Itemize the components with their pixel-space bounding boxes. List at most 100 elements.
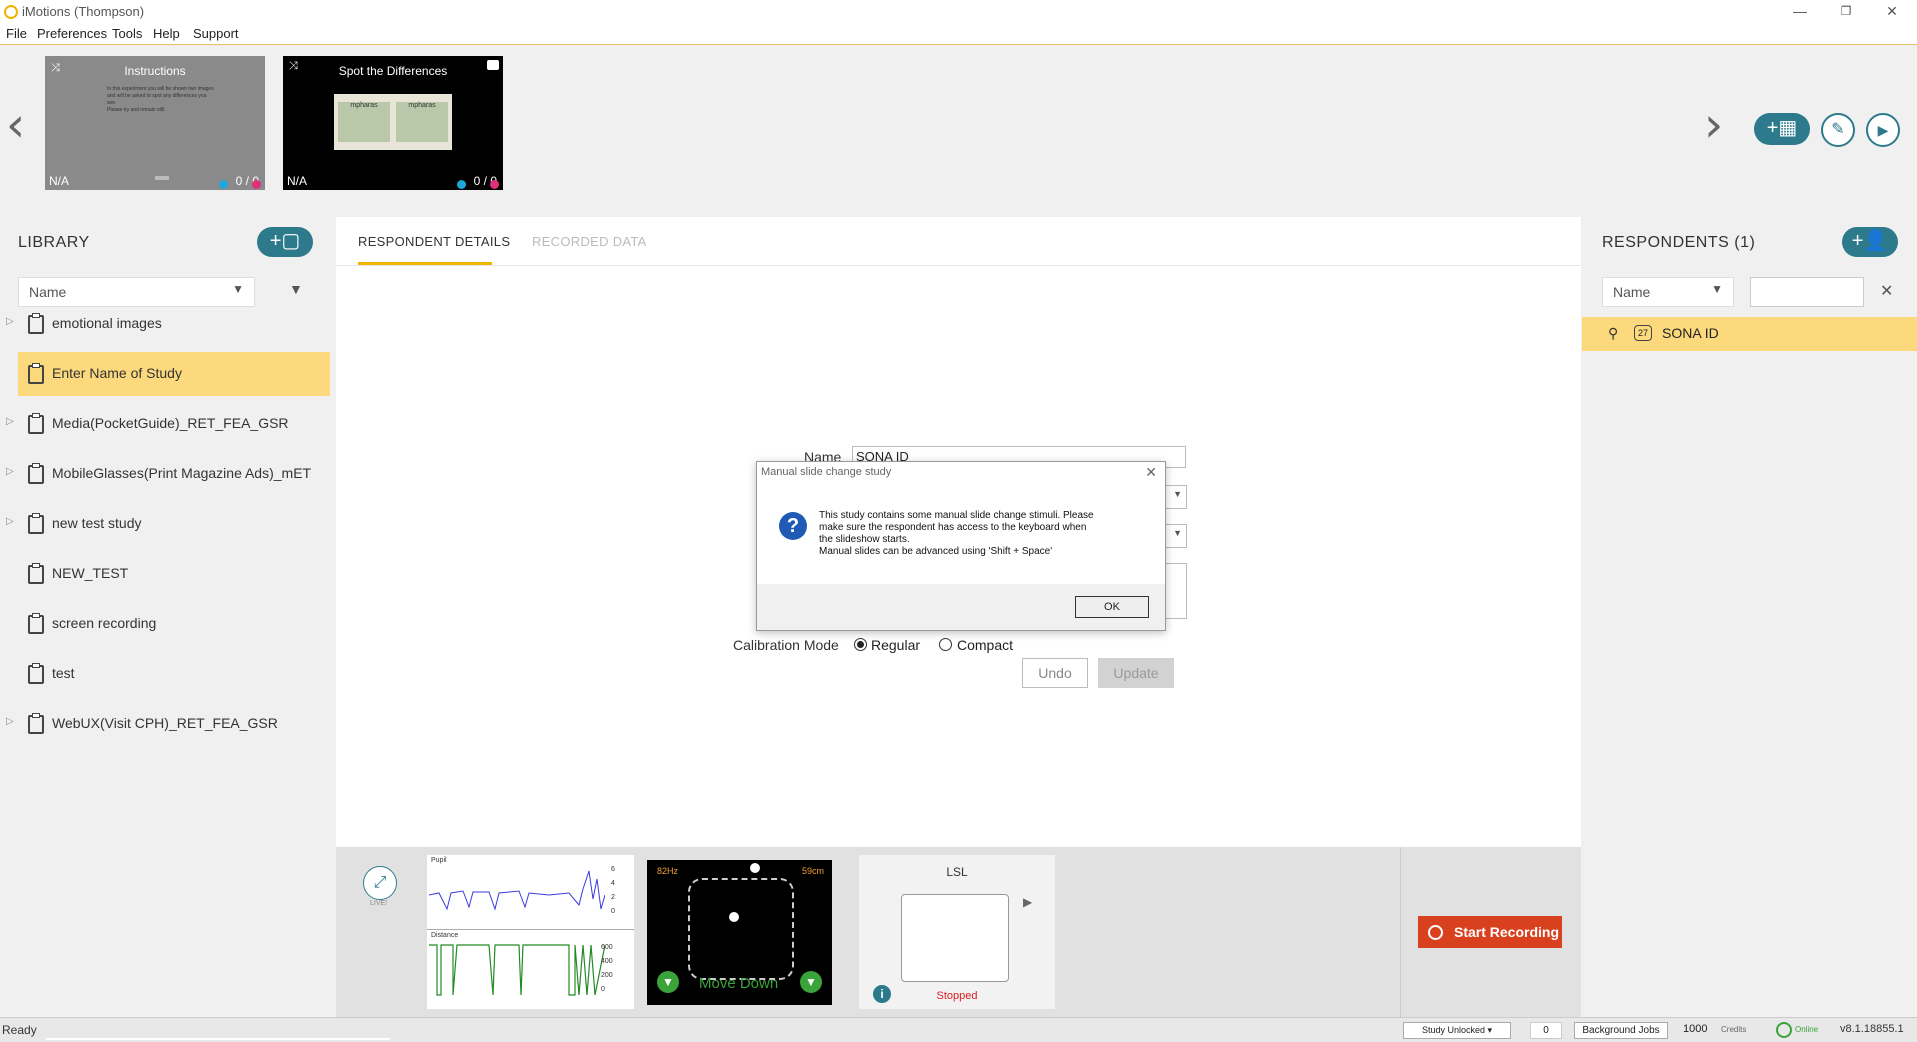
expand-arrow-icon[interactable]: ▷: [6, 416, 14, 427]
image-left: mpharas: [338, 102, 390, 142]
edit-study-button[interactable]: ✎: [1821, 113, 1855, 147]
start-recording-label: Start Recording: [1454, 924, 1560, 940]
head-box-frame: [688, 878, 794, 980]
expand-arrow-icon[interactable]: ▷: [6, 716, 14, 727]
expand-arrow-icon[interactable]: ▷: [6, 316, 14, 327]
menu-bar: File Preferences Tools Help Support: [0, 24, 1917, 45]
start-recording-button[interactable]: Start Recording: [1418, 916, 1562, 948]
calibration-mode-label: Calibration Mode: [733, 637, 839, 653]
progress-bar: [46, 1038, 390, 1040]
add-respondent-button[interactable]: +👤: [1842, 227, 1898, 257]
clipboard-icon: [28, 313, 44, 334]
version-label: v8.1.18855.1: [1840, 1023, 1904, 1035]
library-title: LIBRARY: [18, 234, 90, 251]
library-item[interactable]: test: [18, 652, 330, 696]
question-icon: ?: [779, 512, 807, 540]
lsl-widget: LSL ▶ i Stopped: [859, 855, 1055, 1009]
distance-tick: 200: [601, 972, 613, 979]
background-jobs-button[interactable]: Background Jobs: [1574, 1022, 1668, 1039]
dialog-message: This study contains some manual slide ch…: [819, 510, 1149, 558]
stimulus-button-preview: [155, 176, 169, 180]
credits-count: 1000: [1683, 1023, 1708, 1035]
expand-live-button[interactable]: ⤢: [363, 866, 397, 900]
close-button[interactable]: ✕: [1869, 0, 1915, 24]
move-down-instruction: Move Down: [699, 975, 779, 992]
clipboard-icon: [28, 513, 44, 534]
library-item-label: Media(PocketGuide)_RET_FEA_GSR: [52, 415, 289, 431]
library-filter-chevron-icon[interactable]: ▼: [289, 281, 303, 297]
dialog-title: Manual slide change study: [761, 466, 892, 478]
lsl-status: Stopped: [936, 990, 978, 1002]
menu-help[interactable]: Help: [153, 26, 180, 41]
previous-stimulus-arrow-icon[interactable]: ‹: [6, 97, 25, 153]
library-item[interactable]: new test study: [18, 502, 330, 546]
clipboard-icon: [28, 363, 44, 384]
add-stimulus-button[interactable]: +▦: [1754, 113, 1810, 145]
pencil-icon: ✎: [1831, 121, 1845, 138]
image-right: mpharas: [396, 102, 448, 142]
undo-button[interactable]: Undo: [1022, 658, 1088, 688]
stimulus-thumbnail-instructions[interactable]: ⤨ Instructions In this experiment you wi…: [45, 56, 265, 190]
play-study-button[interactable]: ▶: [1866, 113, 1900, 147]
clear-search-icon[interactable]: ✕: [1880, 281, 1893, 301]
next-stimulus-arrow-icon[interactable]: ›: [1704, 97, 1723, 153]
study-lock-select[interactable]: Study Unlocked ▾: [1403, 1022, 1511, 1039]
chevron-down-icon: ▾: [1487, 1025, 1493, 1035]
update-button[interactable]: Update: [1098, 658, 1174, 688]
distance-chart: [429, 944, 605, 996]
expand-arrows-icon: ⤢: [373, 874, 387, 891]
library-item[interactable]: Enter Name of Study: [18, 352, 330, 396]
distance-tick: 400: [601, 958, 613, 965]
pupil-label: Pupil: [431, 857, 447, 864]
pupil-tick: 0: [611, 908, 615, 915]
respondent-row[interactable]: ⚲ 27 SONA ID: [1582, 317, 1917, 351]
stimulus-image: mpharas mpharas: [334, 94, 452, 150]
dialog-ok-button[interactable]: OK: [1075, 596, 1149, 618]
expand-arrow-icon[interactable]: ▷: [6, 466, 14, 477]
live-label: LIVE!: [370, 900, 388, 907]
library-item[interactable]: NEW_TEST: [18, 552, 330, 596]
chevron-down-icon: ▼: [1173, 489, 1182, 499]
stimulus-thumbnail-spot-the-differences[interactable]: ⤨ Spot the Differences mpharas mpharas N…: [283, 56, 503, 190]
pupil-ticks: 6 4 2 0: [611, 863, 615, 919]
respondent-name: SONA ID: [1662, 325, 1719, 341]
arrow-down-left-icon: ▼: [657, 971, 679, 993]
tab-divider: [336, 265, 1581, 266]
dialog-close-icon[interactable]: ✕: [1145, 464, 1157, 481]
eye-position-dot-icon: [729, 912, 739, 922]
tab-recorded-data[interactable]: RECORDED DATA: [532, 234, 647, 249]
menu-tools[interactable]: Tools: [112, 26, 142, 41]
respondents-title: RESPONDENTS (1): [1602, 234, 1756, 251]
dialog-line-3: the slideshow starts.: [819, 534, 910, 545]
tab-respondent-details[interactable]: RESPONDENT DETAILS: [358, 234, 510, 249]
library-panel: LIBRARY +▢ Name ▼ ▼ emotional images ▷ Ent…: [0, 217, 335, 1017]
regular-radio[interactable]: [854, 638, 867, 651]
lsl-play-icon[interactable]: ▶: [1023, 895, 1032, 909]
menu-preferences[interactable]: Preferences: [37, 26, 107, 41]
expand-arrow-icon[interactable]: ▷: [6, 516, 14, 527]
camera-icon: [487, 60, 499, 70]
library-item[interactable]: WebUX(Visit CPH)_RET_FEA_GSR: [18, 702, 330, 746]
compact-radio[interactable]: [939, 638, 952, 651]
chevron-down-icon: ▼: [1711, 282, 1723, 296]
stimulus-na: N/A: [287, 174, 308, 188]
device-panel: ⤢ LIVE! Pupil 6 4 2 0 Distance 600 400 2…: [336, 847, 1581, 1017]
library-item-label: Enter Name of Study: [52, 365, 182, 381]
menu-file[interactable]: File: [6, 26, 27, 41]
add-study-button[interactable]: +▢: [257, 227, 313, 257]
library-item[interactable]: MobileGlasses(Print Magazine Ads)_mET: [18, 452, 330, 496]
library-item[interactable]: emotional images: [18, 302, 330, 346]
respondents-sort-select[interactable]: Name ▼: [1602, 277, 1734, 307]
pupil-tick: 6: [611, 866, 615, 873]
add-film-icon: +▦: [1766, 117, 1798, 139]
person-icon: ⚲: [1608, 325, 1619, 341]
library-item-label: test: [52, 665, 75, 681]
title-bar: iMotions (Thompson) — ❐ ✕: [0, 0, 1917, 24]
menu-support[interactable]: Support: [193, 26, 239, 41]
library-item[interactable]: screen recording: [18, 602, 330, 646]
minimize-button[interactable]: —: [1777, 0, 1823, 24]
library-item[interactable]: Media(PocketGuide)_RET_FEA_GSR: [18, 402, 330, 446]
respondent-search-input[interactable]: [1750, 277, 1864, 307]
library-item-label: NEW_TEST: [52, 565, 129, 581]
restore-button[interactable]: ❐: [1823, 0, 1869, 24]
